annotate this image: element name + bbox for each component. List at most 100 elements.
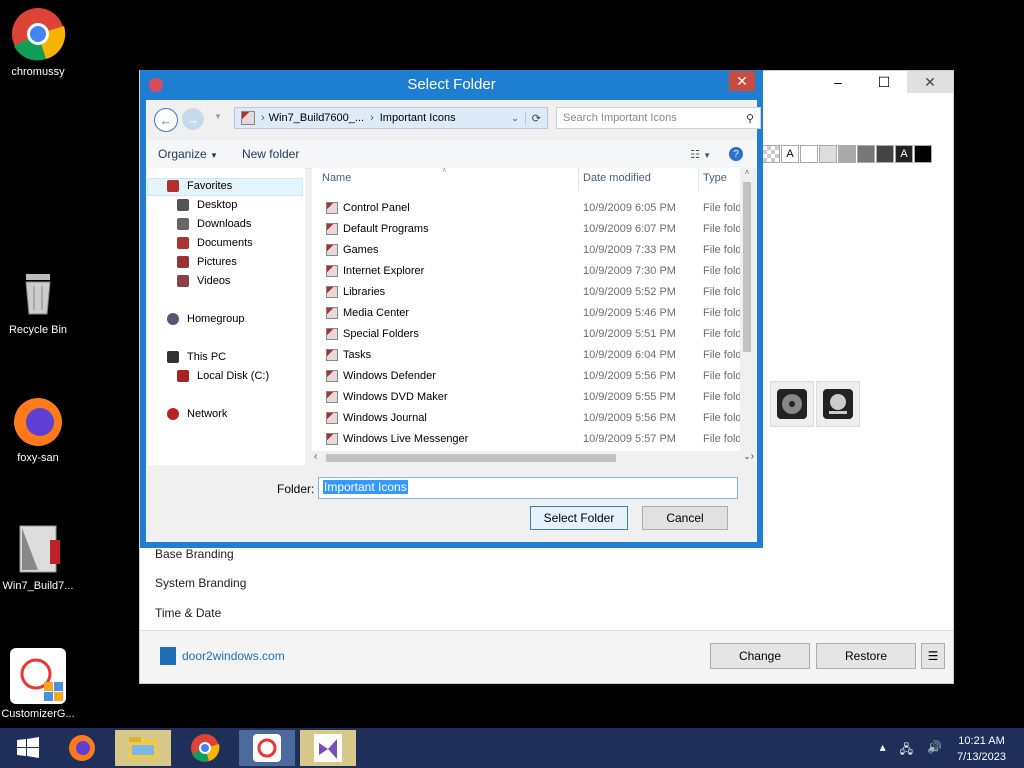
nav-pictures[interactable]: Pictures xyxy=(177,256,237,268)
select-folder-dialog: Select Folder ✕ ← → ▼ › Win7_Build7600_.… xyxy=(140,70,763,548)
nav-local-disk[interactable]: Local Disk (C:) xyxy=(177,370,269,382)
start-button[interactable] xyxy=(0,730,56,766)
address-segment-build[interactable]: Win7_Build7600_... xyxy=(269,112,364,124)
search-input[interactable]: Search Important Icons ⚲ xyxy=(556,107,761,129)
restore-button[interactable]: Restore xyxy=(816,643,916,669)
swatch-dark-gray[interactable] xyxy=(857,145,875,163)
network-tray-icon[interactable]: 🖧 xyxy=(900,740,913,761)
scroll-right-icon[interactable]: › xyxy=(751,451,754,462)
dialog-close-button[interactable]: ✕ xyxy=(729,71,755,91)
new-folder-button[interactable]: New folder xyxy=(230,147,311,161)
file-row[interactable]: Games 10/9/2009 7:33 PM File fold xyxy=(326,240,756,260)
swatch-charcoal[interactable] xyxy=(876,145,894,163)
file-row[interactable]: Windows Defender 10/9/2009 5:56 PM File fo… xyxy=(326,366,756,386)
taskbar-visual-studio[interactable] xyxy=(300,730,356,766)
minimize-button[interactable]: – xyxy=(815,71,861,93)
help-icon[interactable]: ? xyxy=(729,147,743,161)
menu-system-branding[interactable]: System Branding xyxy=(155,576,246,590)
file-type: File fold xyxy=(703,412,742,424)
refresh-icon[interactable]: ⟳ xyxy=(524,111,547,125)
hscroll-thumb[interactable] xyxy=(326,454,616,462)
disc-icon xyxy=(777,389,807,419)
downloads-icon xyxy=(177,218,189,230)
swatch-text-dark[interactable]: A xyxy=(895,145,913,163)
change-button[interactable]: Change xyxy=(710,643,810,669)
clock[interactable]: 10:21 AM 7/13/2023 xyxy=(957,733,1006,765)
nav-downloads[interactable]: Downloads xyxy=(177,218,251,230)
horizontal-scrollbar[interactable]: ‹ › xyxy=(312,451,754,465)
disk-icon xyxy=(177,370,189,382)
swatch-light-gray[interactable] xyxy=(819,145,837,163)
recent-dropdown-icon[interactable]: ▼ xyxy=(214,112,222,121)
file-date: 10/9/2009 5:57 PM xyxy=(583,433,676,445)
swatch-text[interactable]: A xyxy=(781,145,799,163)
taskbar-customizer[interactable] xyxy=(239,730,295,766)
nav-desktop[interactable]: Desktop xyxy=(177,199,237,211)
start-icon xyxy=(17,737,39,758)
view-options-button[interactable]: ☷ ▼ xyxy=(682,148,719,161)
scroll-left-icon[interactable]: ‹ xyxy=(314,451,317,462)
file-row[interactable]: Media Center 10/9/2009 5:46 PM File fold xyxy=(326,303,756,323)
file-date: 10/9/2009 6:04 PM xyxy=(583,349,676,361)
taskbar-chrome[interactable] xyxy=(177,730,233,766)
documents-icon xyxy=(177,237,189,249)
column-type[interactable]: Type xyxy=(703,172,727,184)
drive-tile[interactable] xyxy=(816,381,860,427)
vertical-scrollbar[interactable]: ˄ ⌄ xyxy=(740,168,754,465)
menu-base-branding[interactable]: Base Branding xyxy=(155,547,234,561)
scroll-up-icon[interactable]: ˄ xyxy=(740,168,754,182)
taskbar-file-explorer[interactable] xyxy=(115,730,171,766)
file-row[interactable]: Windows Journal 10/9/2009 5:56 PM File fol… xyxy=(326,408,756,428)
address-segment-current[interactable]: Important Icons xyxy=(380,112,456,124)
address-dropdown-icon[interactable]: ⌄ xyxy=(505,113,525,124)
nav-favorites[interactable]: Favorites xyxy=(167,180,232,192)
select-folder-button[interactable]: Select Folder xyxy=(530,506,628,530)
close-button[interactable]: ✕ xyxy=(907,71,953,93)
nav-network-label: Network xyxy=(187,408,228,420)
file-row[interactable]: Default Programs 10/9/2009 6:07 PM File fo… xyxy=(326,219,756,239)
file-row[interactable]: Internet Explorer 10/9/2009 7:30 PM File f… xyxy=(326,261,756,281)
swatch-checker[interactable] xyxy=(762,145,780,163)
swatch-white[interactable] xyxy=(800,145,818,163)
address-bar[interactable]: › Win7_Build7600_... › Important Icons ⌄… xyxy=(234,107,548,129)
desktop-icon-recycle-bin[interactable]: Recycle Bin xyxy=(0,264,76,336)
desktop-icon-foxy-san[interactable]: foxy-san xyxy=(0,392,76,464)
file-row[interactable]: Windows Live Messenger 10/9/2009 5:57 PM F… xyxy=(326,429,756,449)
folder-icon xyxy=(326,223,338,235)
desktop-icon-customizer[interactable]: CustomizerG... xyxy=(0,648,76,720)
nav-documents[interactable]: Documents xyxy=(177,237,253,249)
folder-input[interactable]: Important Icons xyxy=(318,477,738,499)
tray-overflow-icon[interactable]: ▴ xyxy=(880,740,886,761)
nav-network[interactable]: Network xyxy=(167,408,227,420)
file-row[interactable]: Windows DVD Maker 10/9/2009 5:55 PM File f… xyxy=(326,387,756,407)
file-row[interactable]: Special Folders 10/9/2009 5:51 PM File fol… xyxy=(326,324,756,344)
taskbar-firefox[interactable] xyxy=(54,730,110,766)
door2windows-logo[interactable]: door2windows.com xyxy=(160,647,285,665)
swatch-black[interactable] xyxy=(914,145,932,163)
cancel-button[interactable]: Cancel xyxy=(642,506,728,530)
back-button[interactable]: ← xyxy=(154,108,178,132)
forward-button[interactable]: → xyxy=(182,108,204,130)
file-row[interactable]: Libraries 10/9/2009 5:52 PM File fold xyxy=(326,282,756,302)
desktop-icon-win7-build[interactable]: Win7_Build7... xyxy=(0,520,76,592)
maximize-button[interactable]: ☐ xyxy=(861,71,907,93)
file-row[interactable]: Tasks 10/9/2009 6:04 PM File fold xyxy=(326,345,756,365)
desktop-icon-label: chromussy xyxy=(11,66,65,78)
swatch-gray[interactable] xyxy=(838,145,856,163)
volume-icon[interactable]: 🔊 xyxy=(927,740,942,761)
column-date-modified[interactable]: Date modified xyxy=(583,172,651,184)
nav-this-pc[interactable]: This PC xyxy=(167,351,226,363)
file-name: Windows Defender xyxy=(343,370,436,382)
nav-videos[interactable]: Videos xyxy=(177,275,230,287)
file-row[interactable]: Control Panel 10/9/2009 6:05 PM File fold xyxy=(326,198,756,218)
organize-button[interactable]: Organize ▼ xyxy=(146,147,230,161)
scroll-thumb[interactable] xyxy=(743,182,751,352)
customizer-icon xyxy=(10,648,66,704)
disc-tile[interactable] xyxy=(770,381,814,427)
menu-time-date[interactable]: Time & Date xyxy=(155,606,221,620)
desktop-icon-chromussy[interactable]: chromussy xyxy=(0,6,76,78)
column-name[interactable]: Name xyxy=(322,172,351,184)
folder-label: Folder: xyxy=(277,482,315,496)
nav-homegroup[interactable]: Homegroup xyxy=(167,313,244,325)
menu-button[interactable]: ☰ xyxy=(921,643,945,669)
